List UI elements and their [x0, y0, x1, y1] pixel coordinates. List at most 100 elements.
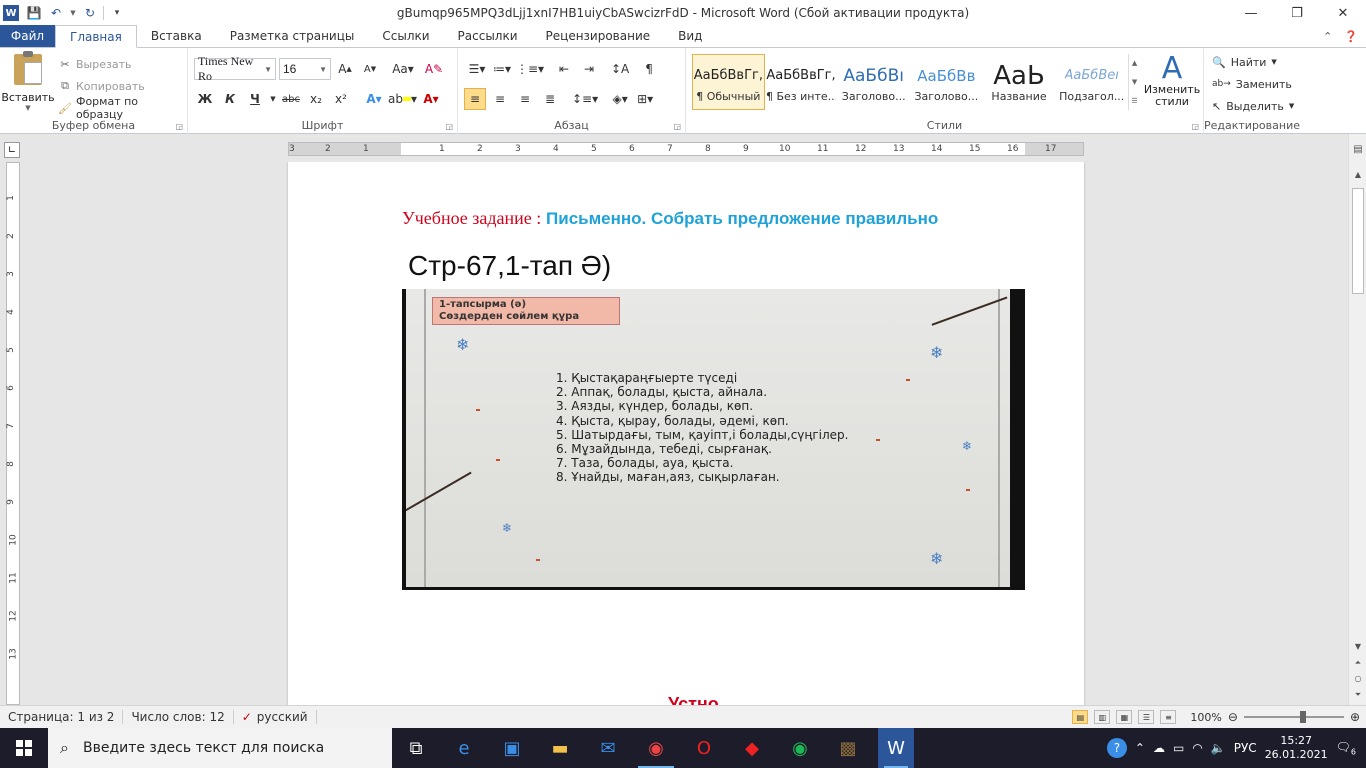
font-size-select[interactable]: 16 ▼: [279, 58, 331, 80]
tab-insert[interactable]: Вставка: [137, 25, 216, 47]
language-tray[interactable]: РУС: [1234, 741, 1257, 755]
sort-icon[interactable]: ↕A: [609, 58, 631, 80]
more-styles-icon[interactable]: ☰: [1131, 97, 1137, 105]
task-heading[interactable]: Учебное задание : Письменно. Собрать пре…: [402, 208, 938, 229]
clipboard-launcher-icon[interactable]: ◲: [175, 122, 183, 131]
font-launcher-icon[interactable]: ◲: [445, 122, 453, 131]
scroll-down-icon[interactable]: ▼: [1132, 78, 1137, 86]
zoom-out-icon[interactable]: ⊖: [1228, 710, 1238, 724]
paste-button[interactable]: Вставить ▼: [1, 51, 55, 112]
word-logo-icon[interactable]: W: [3, 5, 19, 21]
style-subtitle[interactable]: АаБбВеı Подзагол...: [1055, 54, 1128, 110]
zoom-level[interactable]: 100%: [1190, 711, 1221, 724]
font-name-select[interactable]: Times New Ro ▼: [194, 54, 276, 83]
select-button[interactable]: ↖ Выделить ▼: [1212, 95, 1294, 117]
align-left-icon[interactable]: ≡: [464, 88, 486, 110]
text-effects-icon[interactable]: A▾: [363, 88, 385, 110]
align-center-icon[interactable]: ≡: [489, 88, 511, 110]
underline-button[interactable]: Ч: [244, 88, 266, 110]
italic-button[interactable]: К: [219, 88, 241, 110]
styles-scroll[interactable]: ▲ ▼ ☰: [1128, 54, 1140, 110]
vertical-scrollbar[interactable]: ▤ ▲ ▼ ⏶ ○ ⏷: [1348, 134, 1366, 705]
bullets-icon[interactable]: ☰▾: [466, 58, 488, 80]
edge-icon[interactable]: e: [440, 728, 488, 768]
page-indicator[interactable]: Страница: 1 из 2: [0, 710, 124, 724]
scroll-down-icon[interactable]: ▼: [1349, 642, 1366, 651]
tab-file[interactable]: Файл: [0, 25, 55, 47]
increase-indent-icon[interactable]: ⇥: [578, 58, 600, 80]
volume-icon[interactable]: 🔈: [1211, 741, 1226, 755]
cut-button[interactable]: ✂ Вырезать: [58, 53, 187, 75]
change-styles-button[interactable]: A Изменить стили: [1142, 54, 1202, 116]
tab-home[interactable]: Главная: [55, 25, 137, 48]
spotify-icon[interactable]: ◉: [776, 728, 824, 768]
zoom-in-icon[interactable]: ⊕: [1350, 710, 1360, 724]
media-app-icon[interactable]: ◆: [728, 728, 776, 768]
change-case-icon[interactable]: Aa▾: [392, 58, 414, 80]
wifi-icon[interactable]: ◠: [1192, 741, 1202, 755]
task-image[interactable]: 1-тапсырма (ә) Сөздерден сөйлем құра ❄ ❄…: [402, 289, 1025, 590]
save-icon[interactable]: 💾: [25, 4, 43, 22]
mail-icon[interactable]: ✉: [584, 728, 632, 768]
customize-qat-icon[interactable]: ▾: [108, 4, 126, 22]
notification-icon[interactable]: 🗨6: [1336, 740, 1356, 756]
multilevel-list-icon[interactable]: ⋮≡▾: [516, 58, 544, 80]
style-title[interactable]: АаЬ Название: [983, 54, 1056, 110]
decrease-indent-icon[interactable]: ⇤: [553, 58, 575, 80]
minecraft-icon[interactable]: ▩: [824, 728, 872, 768]
file-explorer-icon[interactable]: ▬: [536, 728, 584, 768]
clear-formatting-icon[interactable]: A✎: [423, 58, 445, 80]
battery-icon[interactable]: ▭: [1173, 741, 1184, 755]
draft-view-icon[interactable]: ≡: [1160, 710, 1177, 724]
align-right-icon[interactable]: ≡: [514, 88, 536, 110]
pilcrow-icon[interactable]: ¶: [638, 58, 660, 80]
grow-font-icon[interactable]: A ▲: [334, 58, 356, 80]
document-page[interactable]: Учебное задание : Письменно. Собрать пре…: [288, 162, 1084, 705]
style-no-spacing[interactable]: АаБбВвГг, ¶ Без инте...: [765, 54, 838, 110]
chrome-icon[interactable]: ◉: [632, 728, 680, 768]
tab-mailings[interactable]: Рассылки: [444, 25, 532, 47]
print-layout-icon[interactable]: ▤: [1072, 710, 1089, 724]
scroll-up-icon[interactable]: ▲: [1349, 170, 1366, 179]
strikethrough-icon[interactable]: abc: [280, 88, 302, 110]
style-heading-1[interactable]: АаБбВı Заголово...: [837, 54, 910, 110]
previous-page-icon[interactable]: ⏶: [1349, 658, 1366, 668]
highlight-icon[interactable]: ab ▾: [388, 88, 417, 110]
word-count[interactable]: Число слов: 12: [123, 710, 234, 724]
styles-launcher-icon[interactable]: ◲: [1191, 122, 1199, 131]
minimize-icon[interactable]: —: [1228, 0, 1274, 26]
paste-dropdown-icon[interactable]: ▼: [25, 104, 30, 112]
numbering-icon[interactable]: ≔▾: [491, 58, 513, 80]
ruler-toggle-icon[interactable]: ▤: [1349, 144, 1366, 155]
shading-icon[interactable]: ◈▾: [609, 88, 631, 110]
underline-dropdown-icon[interactable]: ▼: [269, 88, 277, 110]
superscript-icon[interactable]: x²: [330, 88, 352, 110]
tab-review[interactable]: Рецензирование: [532, 25, 665, 47]
zoom-slider-knob[interactable]: [1299, 711, 1306, 723]
store-icon[interactable]: ▣: [488, 728, 536, 768]
tab-page-layout[interactable]: Разметка страницы: [216, 25, 369, 47]
clock[interactable]: 15:27 26.01.2021: [1265, 734, 1328, 762]
bold-button[interactable]: Ж: [194, 88, 216, 110]
chevron-up-icon[interactable]: ⌃: [1135, 741, 1145, 755]
close-icon[interactable]: ✕: [1320, 0, 1366, 26]
line-spacing-icon[interactable]: ↕≡▾: [572, 88, 598, 110]
scroll-up-icon[interactable]: ▲: [1132, 59, 1137, 67]
paragraph-launcher-icon[interactable]: ◲: [673, 122, 681, 131]
zoom-slider[interactable]: [1243, 711, 1344, 723]
find-button[interactable]: 🔍 Найти ▼: [1212, 51, 1294, 73]
web-layout-icon[interactable]: ▦: [1116, 710, 1133, 724]
borders-icon[interactable]: ⊞▾: [634, 88, 656, 110]
horizontal-ruler[interactable]: 3 2 1 1 2 3 4 5 6 7 8 9 10 11 12 13 14 1…: [288, 142, 1084, 156]
next-page-icon[interactable]: ⏷: [1349, 690, 1366, 700]
undo-dropdown-icon[interactable]: ▼: [69, 4, 77, 22]
language-indicator[interactable]: ✓ русский: [234, 710, 317, 724]
redo-icon[interactable]: ↻: [81, 4, 99, 22]
copy-button[interactable]: ⧉ Копировать: [58, 75, 187, 97]
vertical-ruler[interactable]: 1 2 3 4 5 6 7 8 9 10 11 12 13: [6, 162, 20, 705]
format-painter-button[interactable]: 🖌 Формат по образцу: [58, 95, 187, 121]
tab-selector[interactable]: ∟: [4, 142, 20, 158]
full-screen-reading-icon[interactable]: ▥: [1094, 710, 1111, 724]
replace-button[interactable]: ab→ Заменить: [1212, 73, 1294, 95]
style-heading-2[interactable]: АаБбВв Заголово...: [910, 54, 983, 110]
